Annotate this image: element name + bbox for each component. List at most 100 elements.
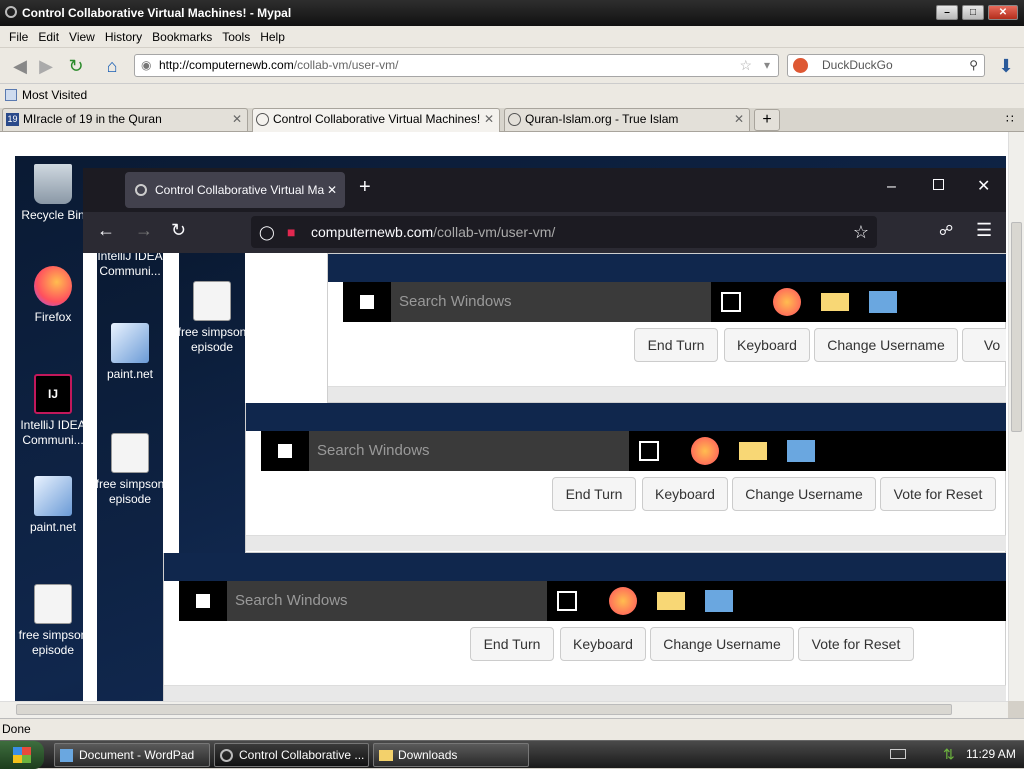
menu-bookmarks[interactable]: Bookmarks [151,30,213,44]
vote-reset-button[interactable]: Vote for Reset [798,627,914,661]
firefox-icon[interactable] [691,437,719,465]
keyboard-button[interactable]: Keyboard [560,627,646,661]
menu-icon[interactable]: ☰ [976,220,992,241]
windows-start-icon[interactable] [179,581,227,621]
menu-file[interactable]: File [8,30,29,44]
network-app-icon[interactable] [869,291,897,313]
vm-firefox-tab[interactable]: Control Collaborative Virtual Ma ✕ [125,172,345,208]
desktop-icon-recycle-bin[interactable]: Recycle Bin [15,164,91,223]
menu-help[interactable]: Help [259,30,286,44]
vote-reset-button[interactable]: Vote for Reset [880,477,996,511]
firefox-icon[interactable] [609,587,637,615]
win-search-input[interactable]: Search Windows [309,431,629,471]
search-icon[interactable]: ⚲ [969,55,978,76]
tab-collab-vm[interactable]: Control Collaborative Virtual Machines! … [252,108,500,132]
close-tab-icon[interactable]: ✕ [734,109,744,130]
windows-start-icon[interactable] [343,282,391,322]
close-tab-icon[interactable]: ✕ [327,172,337,208]
minimize-icon[interactable]: – [887,178,896,196]
firefox-icon[interactable] [773,288,801,316]
close-button[interactable]: ✕ [988,5,1018,20]
change-username-button[interactable]: Change Username [650,627,794,661]
desktop-icon-intellij[interactable]: IJ IntelliJ IDEA Communi... [15,374,91,448]
change-username-button[interactable]: Change Username [732,477,876,511]
tab-miracle-19[interactable]: 19 MIracle of 19 in the Quran ✕ [2,108,248,131]
maximize-button[interactable]: □ [962,5,984,20]
desktop-icon-simpson[interactable]: free simpson episode [15,584,91,658]
desktop-icon-paintnet[interactable]: paint.net [15,476,91,535]
scrollbar-thumb[interactable] [16,704,952,715]
vm-url-input[interactable]: ◯ ■ computernewb.com/collab-vm/user-vm/ … [251,216,877,248]
vertical-scrollbar[interactable] [1008,132,1024,701]
taskbar-item-downloads[interactable]: Downloads [373,743,529,767]
search-input[interactable]: DuckDuckGo ⚲ [787,54,985,77]
file-explorer-icon[interactable] [657,592,685,610]
forward-icon[interactable]: ▶ [34,54,58,78]
url-input[interactable]: ◉ http://computernewb.com/collab-vm/user… [134,54,779,77]
menu-tools[interactable]: Tools [221,30,251,44]
maximize-icon[interactable] [933,179,944,190]
pocket-icon[interactable]: ☍ [939,222,953,239]
most-visited-link[interactable]: Most Visited [22,88,87,102]
close-tab-icon[interactable]: ✕ [484,109,494,130]
reload-icon[interactable]: ↻ [171,220,186,241]
horizontal-scrollbar[interactable] [246,535,1006,551]
keyboard-button[interactable]: Keyboard [642,477,728,511]
task-view-icon[interactable] [557,591,577,611]
change-username-button[interactable]: Change Username [814,328,958,362]
list-all-tabs-icon[interactable]: ∷ [1006,112,1014,126]
task-view-icon[interactable] [639,441,659,461]
bookmark-star-icon[interactable]: ☆ [739,55,752,76]
download-icon[interactable]: ⬇ [994,54,1018,78]
horizontal-scrollbar[interactable] [328,386,1006,402]
url-dropdown-icon[interactable]: ▾ [764,55,770,76]
menu-view[interactable]: View [68,30,96,44]
windows-logo-icon [13,747,31,763]
new-tab-icon[interactable]: + [359,176,371,199]
end-turn-button[interactable]: End Turn [552,477,636,511]
home-icon[interactable]: ⌂ [100,54,124,78]
bookmark-star-icon[interactable]: ☆ [853,216,869,248]
menu-history[interactable]: History [104,30,143,44]
network-tray-icon[interactable]: ⇅ [943,746,955,763]
scrollbar-thumb[interactable] [1011,222,1022,432]
site-identity-icon[interactable]: ◉ [141,55,151,76]
reload-icon[interactable]: ↻ [64,54,88,78]
keyboard-tray-icon[interactable] [890,749,906,759]
minimize-button[interactable]: – [936,5,958,20]
desktop-icon-firefox[interactable]: Firefox [15,266,91,325]
horizontal-scrollbar[interactable] [164,685,1006,701]
end-turn-button[interactable]: End Turn [470,627,554,661]
win-search-input[interactable]: Search Windows [227,581,547,621]
forward-icon[interactable]: → [135,220,153,241]
keyboard-button[interactable]: Keyboard [724,328,810,362]
win-search-input[interactable]: Search Windows [391,282,711,322]
clock[interactable]: 11:29 AM [966,747,1016,761]
close-tab-icon[interactable]: ✕ [232,109,242,130]
tab-quran-islam[interactable]: Quran-Islam.org - True Islam ✕ [504,108,750,131]
back-icon[interactable]: ← [97,220,115,241]
taskbar-item-wordpad[interactable]: Document - WordPad [54,743,210,767]
shield-icon[interactable]: ◯ [259,216,275,248]
close-window-icon[interactable]: ✕ [977,176,990,196]
windows-start-icon[interactable] [261,431,309,471]
horizontal-scrollbar[interactable] [0,701,1008,718]
task-view-icon[interactable] [721,292,741,312]
menu-edit[interactable]: Edit [37,30,60,44]
end-turn-button[interactable]: End Turn [634,328,718,362]
taskbar-item-browser[interactable]: Control Collaborative ... [214,743,369,767]
vote-reset-button[interactable]: Vo [962,328,1006,362]
file-explorer-icon[interactable] [821,293,849,311]
vm-screen[interactable]: Recycle Bin Firefox IJ IntelliJ IDEA Com… [15,156,1006,701]
nested-icon-paintnet[interactable]: paint.net [91,323,169,382]
nested-icon-intellij[interactable]: IntelliJ IDEA Communi... [91,253,169,279]
back-icon[interactable]: ◀ [8,54,32,78]
new-tab-button[interactable]: + [754,109,780,131]
nested-icon-simpson-2[interactable]: free simpson episode [173,281,251,355]
network-app-icon[interactable] [705,590,733,612]
file-explorer-icon[interactable] [739,442,767,460]
start-button[interactable] [0,741,44,769]
network-app-icon[interactable] [787,440,815,462]
nested-icon-simpson[interactable]: free simpson episode [91,433,169,507]
lock-icon[interactable]: ■ [287,216,295,248]
